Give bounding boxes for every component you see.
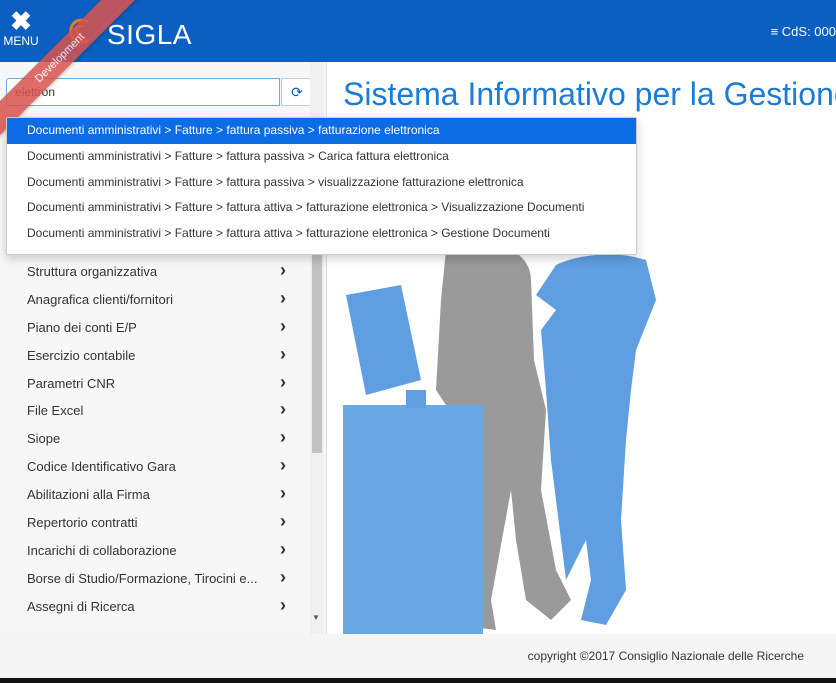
copyright-text: copyright ©2017 Consiglio Nazionale dell… [527, 649, 804, 663]
sidebar-item-label: Abilitazioni alla Firma [27, 487, 150, 503]
chevron-right-icon: › [280, 287, 286, 308]
chevron-right-icon: › [280, 483, 286, 504]
sidebar-item-cig[interactable]: Codice Identificativo Gara › [0, 453, 310, 481]
sidebar-item-esercizio-contabile[interactable]: Esercizio contabile › [0, 342, 310, 370]
bottom-edge [0, 678, 836, 683]
refresh-icon: ⟳ [291, 84, 303, 100]
scrollbar-thumb[interactable] [312, 247, 322, 453]
sidebar-item-incarichi[interactable]: Incarichi di collaborazione › [0, 537, 310, 565]
search-suggestions: Documenti amministrativi > Fatture > fat… [6, 117, 637, 255]
suggestion-item[interactable]: Documenti amministrativi > Fatture > fat… [7, 170, 636, 196]
chevron-right-icon: › [280, 566, 286, 587]
chevron-right-icon: › [280, 315, 286, 336]
sidebar-item-assegni-ricerca[interactable]: Assegni di Ricerca › [0, 593, 310, 621]
suggestion-item[interactable]: Documenti amministrativi > Fatture > fat… [7, 144, 636, 170]
menu-label: MENU [3, 34, 39, 48]
sidebar-item-label: Piano dei conti E/P [27, 319, 137, 335]
sidebar-item-label: Assegni di Ricerca [27, 598, 135, 614]
sidebar-item-struttura-organizzativa[interactable]: Struttura organizzativa › [0, 258, 310, 286]
sidebar-item-repertorio-contratti[interactable]: Repertorio contratti › [0, 509, 310, 537]
sidebar-item-piano-conti[interactable]: Piano dei conti E/P › [0, 314, 310, 342]
sidebar-item-label: Parametri CNR [27, 375, 116, 391]
sidebar-item-label: Repertorio contratti [27, 515, 138, 531]
cds-selector[interactable]: ≡ CdS: 000 [771, 24, 836, 39]
sidebar-item-label: Incarichi di collaborazione [27, 542, 177, 558]
chevron-right-icon: › [280, 594, 286, 615]
chevron-right-icon: › [280, 455, 286, 476]
sidebar-menu: Struttura organizzativa › Anagrafica clie… [0, 258, 310, 621]
sidebar-item-abilitazioni-firma[interactable]: Abilitazioni alla Firma › [0, 481, 310, 509]
sidebar-item-label: Codice Identificativo Gara [27, 459, 176, 475]
sidebar-item-label: Siope [27, 431, 61, 447]
sidebar-item-borse-studio[interactable]: Borse di Studio/Formazione, Tirocini e..… [0, 565, 310, 593]
chevron-right-icon: › [280, 511, 286, 532]
app-brand: SIGLA [107, 19, 192, 50]
sidebar-item-label: Struttura organizzativa [27, 264, 158, 279]
chevron-right-icon: › [280, 343, 286, 364]
menu-toggle-button[interactable]: ✖ MENU [0, 8, 42, 58]
sidebar-item-parametri-cnr[interactable]: Parametri CNR › [0, 370, 310, 398]
refresh-button[interactable]: ⟳ [281, 78, 313, 106]
chevron-right-icon: › [280, 260, 286, 280]
sidebar-item-siope[interactable]: Siope › [0, 425, 310, 453]
page-title: Sistema Informativo per la Gestione [343, 76, 836, 112]
people-illustration [343, 241, 656, 634]
sidebar-item-label: Borse di Studio/Formazione, Tirocini e..… [27, 570, 258, 586]
footer: copyright ©2017 Consiglio Nazionale dell… [0, 634, 836, 678]
suggestion-item[interactable]: Documenti amministrativi > Fatture > fat… [7, 195, 636, 221]
chevron-right-icon: › [280, 538, 286, 559]
chevron-right-icon: › [280, 399, 286, 420]
sidebar-item-label: File Excel [27, 403, 84, 419]
scroll-down-arrow-icon[interactable]: ▼ [312, 613, 320, 622]
chevron-right-icon: › [280, 427, 286, 448]
sidebar-item-label: Esercizio contabile [27, 347, 136, 363]
chevron-right-icon: › [280, 371, 286, 392]
suggestion-item[interactable]: Documenti amministrativi > Fatture > fat… [7, 118, 636, 144]
sidebar-item-label: Anagrafica clienti/fornitori [27, 291, 173, 307]
sidebar-item-anagrafica[interactable]: Anagrafica clienti/fornitori › [0, 286, 310, 314]
sidebar-item-file-excel[interactable]: File Excel › [0, 397, 310, 425]
close-icon: ✖ [10, 6, 32, 36]
suggestion-item[interactable]: Documenti amministrativi > Fatture > fat… [7, 221, 636, 247]
